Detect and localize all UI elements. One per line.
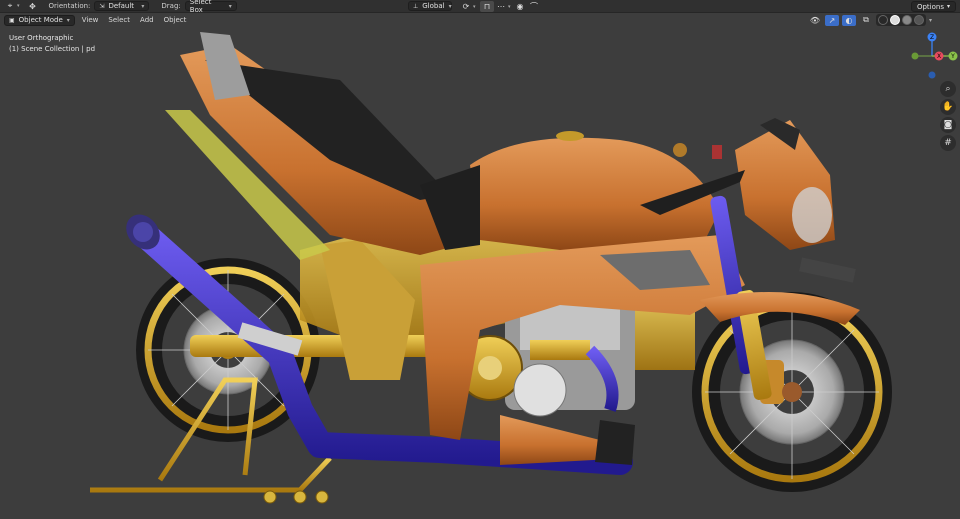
gizmo-neg-z-axis[interactable] — [928, 71, 936, 79]
chevron-down-icon[interactable]: ▾ — [929, 17, 932, 24]
transform-orientation-dropdown[interactable]: ⊥ Global ▾ — [408, 1, 452, 11]
move-tool-button[interactable]: ✥ — [23, 0, 43, 13]
pivot-button[interactable]: ⟳ ▾ — [456, 0, 479, 13]
xray-icon[interactable]: ⧉ — [859, 15, 873, 26]
snap-toggle[interactable]: ⊓ ⋯ ▾ — [477, 0, 514, 13]
chevron-down-icon: ▾ — [946, 3, 950, 10]
material-shading-icon[interactable] — [901, 15, 912, 25]
viewport-right-header: 👁 ↗ ◐ ⧉ ▾ — [808, 14, 932, 26]
cursor-icon: ⌖ — [7, 1, 13, 10]
solid-shading-icon[interactable] — [889, 15, 900, 25]
zoom-icon[interactable]: ⌕ — [940, 81, 956, 97]
falloff-icon: ⌒ — [530, 2, 538, 11]
proportional-edit-toggle[interactable]: ◉ ⌒ — [510, 0, 544, 13]
options-label: Options — [916, 2, 944, 11]
snap-increment-icon: ⋯ — [497, 2, 505, 11]
overlay-toggle-icon[interactable]: ◐ — [841, 14, 856, 26]
visibility-icon[interactable]: 👁 — [808, 15, 822, 26]
chevron-down-icon: ▾ — [448, 2, 452, 10]
navigation-gizmo[interactable]: Z X Y — [906, 30, 960, 80]
gizmo-y-label: Y — [950, 53, 955, 60]
orientation-label: Orientation: — [48, 2, 91, 10]
chevron-down-icon: ▾ — [228, 2, 232, 10]
mode-selector[interactable]: ▣ Object Mode ▾ — [4, 14, 75, 26]
front-wheel — [692, 292, 892, 492]
rendered-shading-icon[interactable] — [913, 15, 924, 25]
menu-select[interactable]: Select — [105, 16, 133, 24]
wireframe-shading-icon[interactable] — [877, 15, 888, 25]
hand-icon[interactable]: ✋ — [940, 99, 956, 115]
tool-settings-bar: ⌖ ▾ ✥ Orientation: ⇲ Default ▾ Drag: Sel… — [0, 0, 960, 14]
menu-add[interactable]: Add — [137, 16, 157, 24]
motorcycle-model[interactable] — [0, 27, 960, 519]
menu-object[interactable]: Object — [161, 16, 190, 24]
orientation-axes-icon: ⊥ — [413, 2, 419, 10]
cursor-tool-button[interactable]: ⌖ ▾ — [0, 0, 23, 13]
chevron-down-icon: ▾ — [66, 16, 70, 24]
tail-section — [165, 32, 480, 260]
stand-wheels — [263, 490, 329, 504]
pivot-icon: ⟳ — [462, 2, 470, 11]
menu-view[interactable]: View — [79, 16, 102, 24]
magnet-icon: ⊓ — [480, 1, 494, 12]
drag-label: Drag: — [161, 2, 181, 10]
object-mode-icon: ▣ — [9, 16, 15, 24]
gizmo-neg-y-axis[interactable] — [911, 52, 919, 60]
shading-modes — [875, 14, 926, 26]
gizmo-z-label: Z — [930, 34, 934, 41]
grid-icon[interactable]: # — [940, 135, 956, 151]
orientation-value: Default — [108, 2, 135, 10]
proportional-icon: ◉ — [516, 2, 524, 11]
chevron-down-icon: ▾ — [141, 2, 145, 10]
gizmo-x-label: X — [937, 53, 941, 60]
orientation-icon: ⇲ — [99, 2, 105, 10]
move-icon: ✥ — [29, 1, 36, 11]
camera-icon[interactable]: ◙ — [940, 117, 956, 133]
number-plate — [799, 257, 856, 283]
gizmo-toggle-icon[interactable]: ↗ — [824, 14, 839, 26]
drag-dropdown[interactable]: Select Box ▾ — [184, 0, 237, 14]
orientation-dropdown[interactable]: ⇲ Default ▾ — [94, 1, 150, 11]
transform-orientation-value: Global — [422, 2, 445, 10]
options-dropdown[interactable]: Options ▾ — [910, 1, 956, 12]
drag-value: Select Box — [189, 0, 212, 14]
mode-label: Object Mode — [18, 16, 63, 24]
